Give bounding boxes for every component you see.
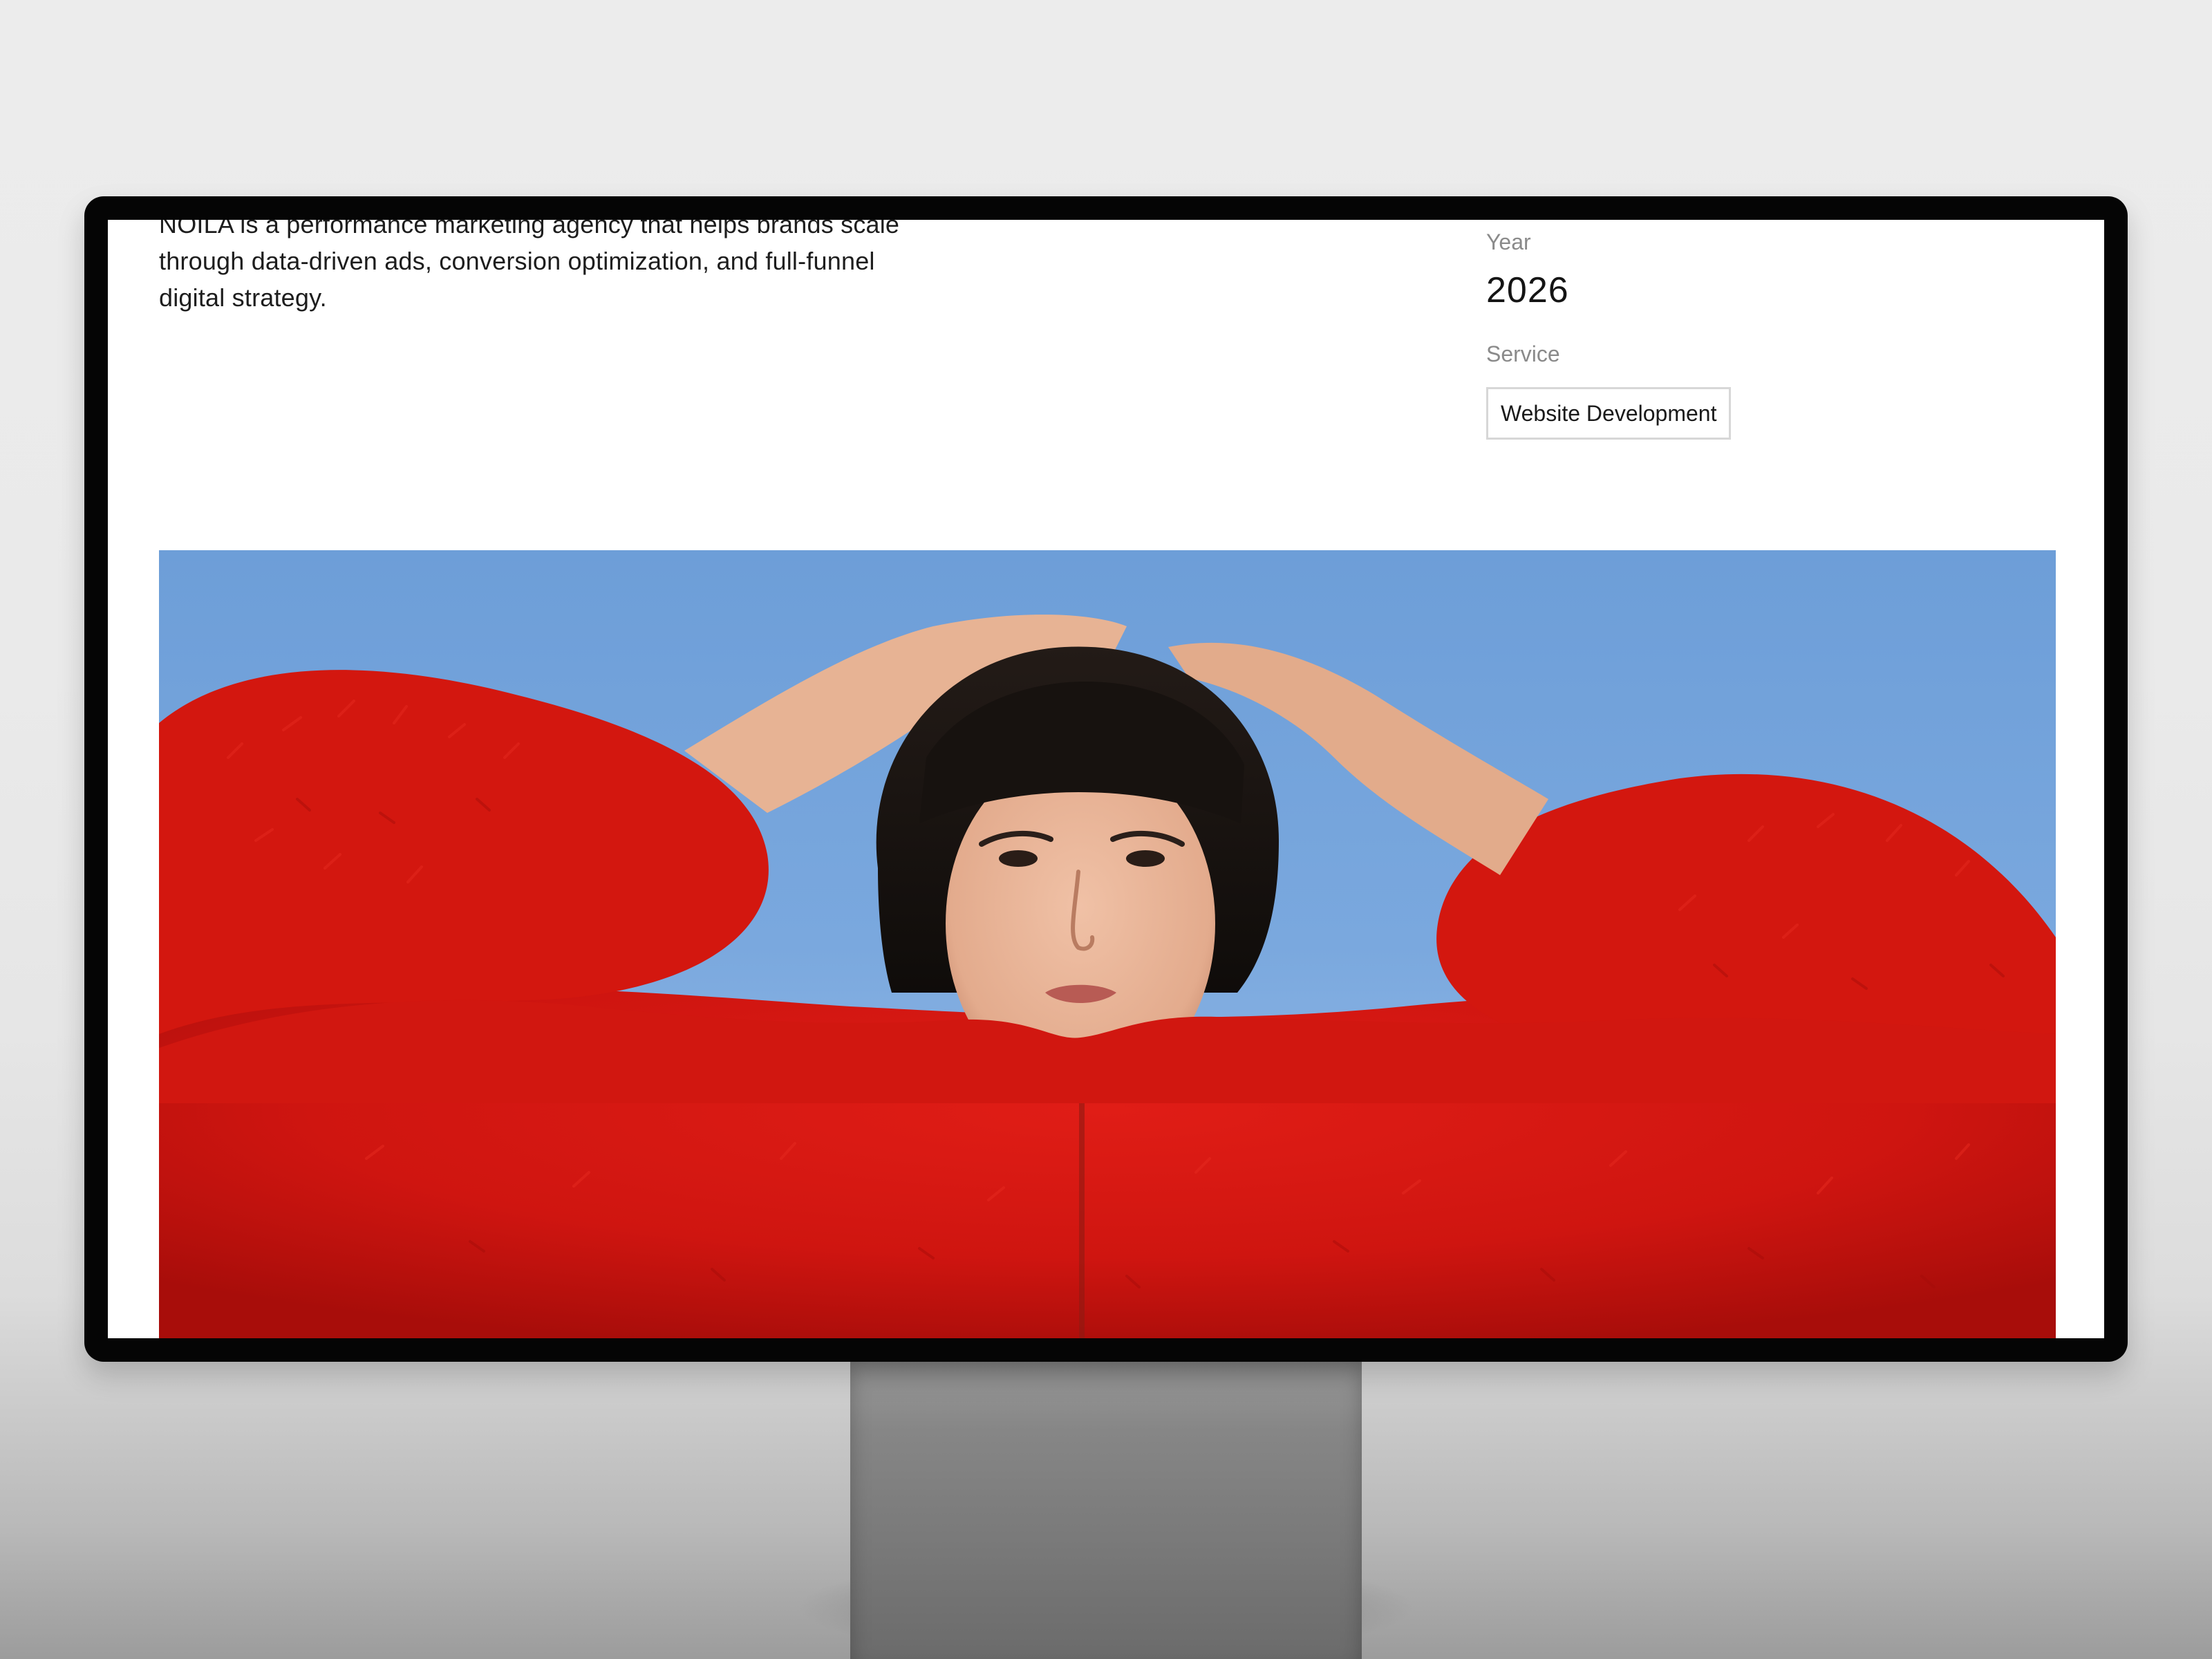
service-label: Service bbox=[1486, 341, 1560, 366]
monitor-stand bbox=[850, 1355, 1362, 1659]
project-description: NOILA is a performance marketing agency … bbox=[159, 220, 900, 312]
project-meta: Year 2026 Service Website Development bbox=[1486, 228, 1970, 440]
year-label: Year bbox=[1486, 229, 1531, 254]
portrait-photo-icon bbox=[159, 550, 2056, 1338]
hero-image bbox=[159, 550, 2056, 1338]
service-tag[interactable]: Website Development bbox=[1486, 387, 1732, 440]
year-value: 2026 bbox=[1486, 270, 1569, 310]
screen: NOILA is a performance marketing agency … bbox=[108, 220, 2104, 1338]
